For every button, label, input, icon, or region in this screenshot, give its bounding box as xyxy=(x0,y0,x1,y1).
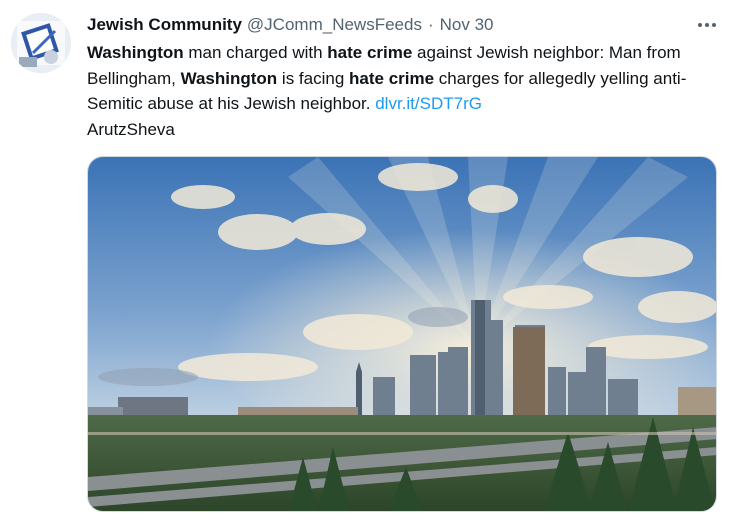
tweet[interactable]: Jewish Community @JComm_NewsFeeds · Nov … xyxy=(0,0,735,521)
avatar[interactable] xyxy=(11,13,71,73)
more-horizontal-icon xyxy=(698,23,716,27)
tweet-link[interactable]: dlvr.it/SDT7rG xyxy=(375,94,482,113)
city-skyline-image xyxy=(88,157,716,511)
highlight-term: Washington xyxy=(87,43,184,62)
text-segment: is facing xyxy=(277,68,350,88)
highlight-term: hate crime xyxy=(327,43,413,62)
source-label: ArutzSheva xyxy=(87,119,175,139)
highlight-term: hate crime xyxy=(349,68,435,88)
tweet-text: Washington man charged with hate crime a… xyxy=(87,40,717,142)
text-segment: man charged with xyxy=(183,43,328,62)
avatar-image xyxy=(11,13,71,73)
separator-dot: · xyxy=(427,15,434,34)
tweet-header: Jewish Community @JComm_NewsFeeds · Nov … xyxy=(87,14,494,36)
more-button[interactable] xyxy=(694,14,720,36)
highlight-term: Washington xyxy=(180,68,278,88)
tweet-image[interactable] xyxy=(87,156,717,512)
author-name[interactable]: Jewish Community xyxy=(87,15,242,35)
author-handle[interactable]: @JComm_NewsFeeds xyxy=(247,15,422,35)
tweet-date[interactable]: Nov 30 xyxy=(440,15,494,35)
